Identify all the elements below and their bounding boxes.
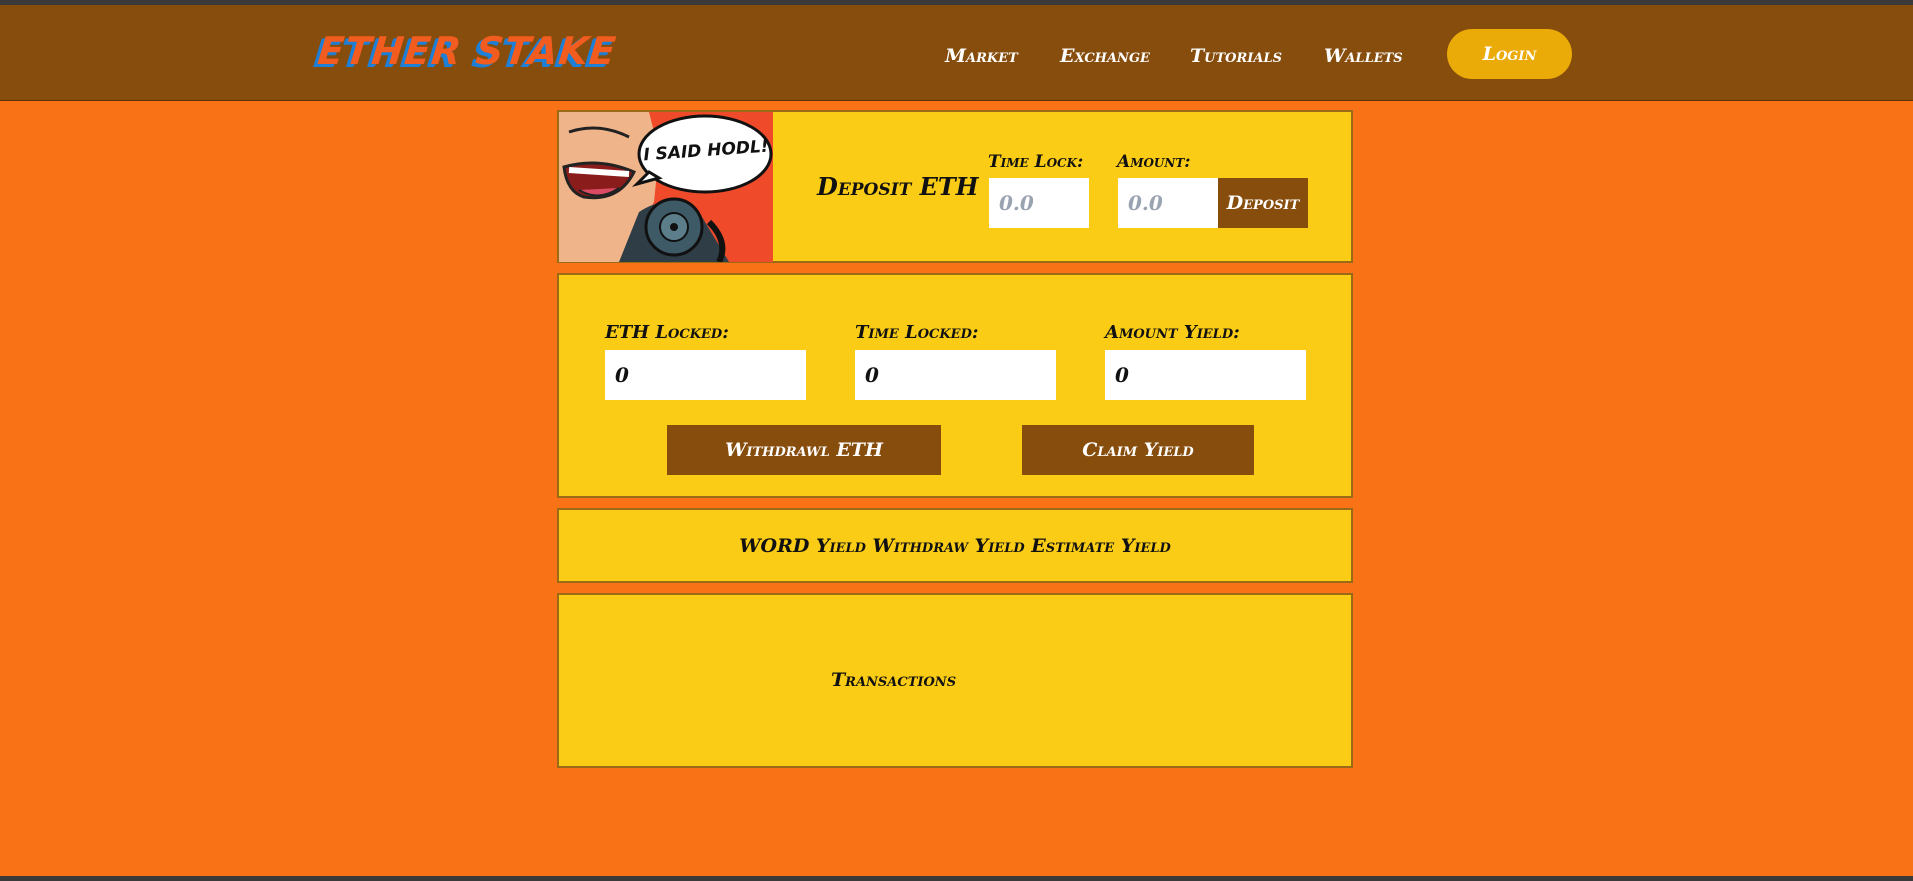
time-lock-label: Time Lock: xyxy=(988,152,1084,172)
amount-label: Amount: xyxy=(1117,152,1191,172)
transactions-card: Transactions xyxy=(557,593,1353,768)
hodl-illustration xyxy=(559,112,773,262)
nav-link-tutorials[interactable]: Tutorials xyxy=(1190,45,1282,67)
yield-bar: WORD Yield Withdraw Yield Estimate Yield xyxy=(557,508,1353,583)
amount-input[interactable]: 0.0 xyxy=(1118,178,1218,228)
time-lock-input[interactable]: 0.0 xyxy=(989,178,1089,228)
stake-stats-card: ETH Locked: 0 Time Locked: 0 Amount Yiel… xyxy=(557,273,1353,498)
withdraw-eth-button[interactable]: Withdrawl ETH xyxy=(667,425,941,475)
hodl-image: I SAID HODL! xyxy=(559,112,773,262)
page: ETHER STAKE Market Exchange Tutorials Wa… xyxy=(0,0,1913,881)
navbar: ETHER STAKE Market Exchange Tutorials Wa… xyxy=(0,5,1913,101)
nav-link-market[interactable]: Market xyxy=(945,45,1018,67)
time-locked-field: 0 xyxy=(855,350,1056,400)
nav-link-exchange[interactable]: Exchange xyxy=(1060,45,1150,67)
deposit-title: Deposit ETH xyxy=(817,172,979,201)
login-button[interactable]: Login xyxy=(1447,29,1572,79)
window-bottom-edge xyxy=(0,876,1913,881)
amount-yield-label: Amount Yield: xyxy=(1105,322,1240,343)
deposit-card: I SAID HODL! Deposit ETH Time Lock: 0.0 … xyxy=(557,110,1353,263)
nav-link-wallets[interactable]: Wallets xyxy=(1324,45,1403,67)
transactions-title: Transactions xyxy=(831,669,957,691)
amount-yield-field: 0 xyxy=(1105,350,1306,400)
time-locked-label: Time Locked: xyxy=(855,322,979,343)
claim-yield-button[interactable]: Claim Yield xyxy=(1022,425,1254,475)
deposit-button[interactable]: Deposit xyxy=(1218,178,1308,228)
yield-bar-text: WORD Yield Withdraw Yield Estimate Yield xyxy=(739,534,1171,557)
eth-locked-label: ETH Locked: xyxy=(605,322,729,343)
eth-locked-field: 0 xyxy=(605,350,806,400)
logo[interactable]: ETHER STAKE xyxy=(316,29,619,73)
